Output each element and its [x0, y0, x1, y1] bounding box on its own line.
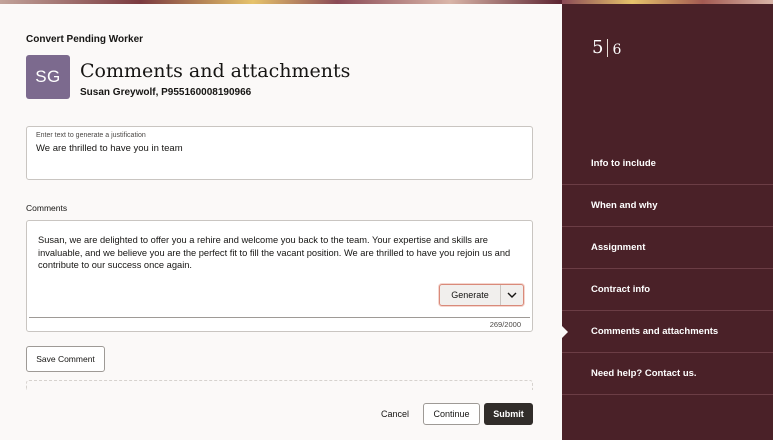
nav-item-contract-info[interactable]: Contract info — [562, 269, 773, 311]
character-counter: 269/2000 — [489, 320, 521, 329]
comments-text: Susan, we are delighted to offer you a r… — [38, 235, 511, 271]
comments-label: Comments — [26, 203, 68, 213]
comments-textarea[interactable]: Susan, we are delighted to offer you a r… — [26, 220, 533, 332]
generate-options-button[interactable] — [501, 285, 523, 305]
justification-label: Enter text to generate a justification — [36, 132, 146, 139]
continue-button[interactable]: Continue — [423, 403, 480, 425]
decorative-banner — [0, 0, 562, 4]
textarea-underline — [29, 317, 530, 318]
nav-item-assignment[interactable]: Assignment — [562, 227, 773, 269]
justification-value: We are thrilled to have you in team — [36, 143, 183, 154]
nav-item-comments-and-attachments[interactable]: Comments and attachments — [562, 311, 773, 353]
worker-subtitle: Susan Greywolf, P955160008190966 — [80, 87, 252, 98]
page-breadcrumb: Convert Pending Worker — [26, 34, 144, 45]
avatar: SG — [26, 55, 70, 99]
justification-input[interactable]: Enter text to generate a justification W… — [26, 126, 533, 180]
side-panel: 5 6 Info to include When and why Assignm… — [562, 0, 773, 440]
step-divider — [607, 39, 609, 57]
generate-button[interactable]: Generate — [440, 285, 501, 305]
attachments-section — [26, 380, 533, 390]
cancel-button[interactable]: Cancel — [374, 404, 416, 424]
step-indicator: 5 6 — [592, 37, 622, 59]
decorative-banner — [562, 0, 773, 4]
nav-item-when-and-why[interactable]: When and why — [562, 185, 773, 227]
main-panel: Convert Pending Worker SG Comments and a… — [0, 0, 562, 440]
total-steps: 6 — [612, 42, 622, 58]
submit-button[interactable]: Submit — [484, 403, 533, 425]
page-title: Comments and attachments — [80, 60, 351, 82]
chevron-down-icon — [507, 292, 517, 298]
section-nav: Info to include When and why Assignment … — [562, 143, 773, 395]
nav-item-info-to-include[interactable]: Info to include — [562, 143, 773, 185]
generate-button-group: Generate — [439, 284, 524, 306]
nav-item-need-help[interactable]: Need help? Contact us. — [562, 353, 773, 395]
current-step: 5 — [592, 37, 604, 58]
save-comment-button[interactable]: Save Comment — [26, 346, 105, 372]
